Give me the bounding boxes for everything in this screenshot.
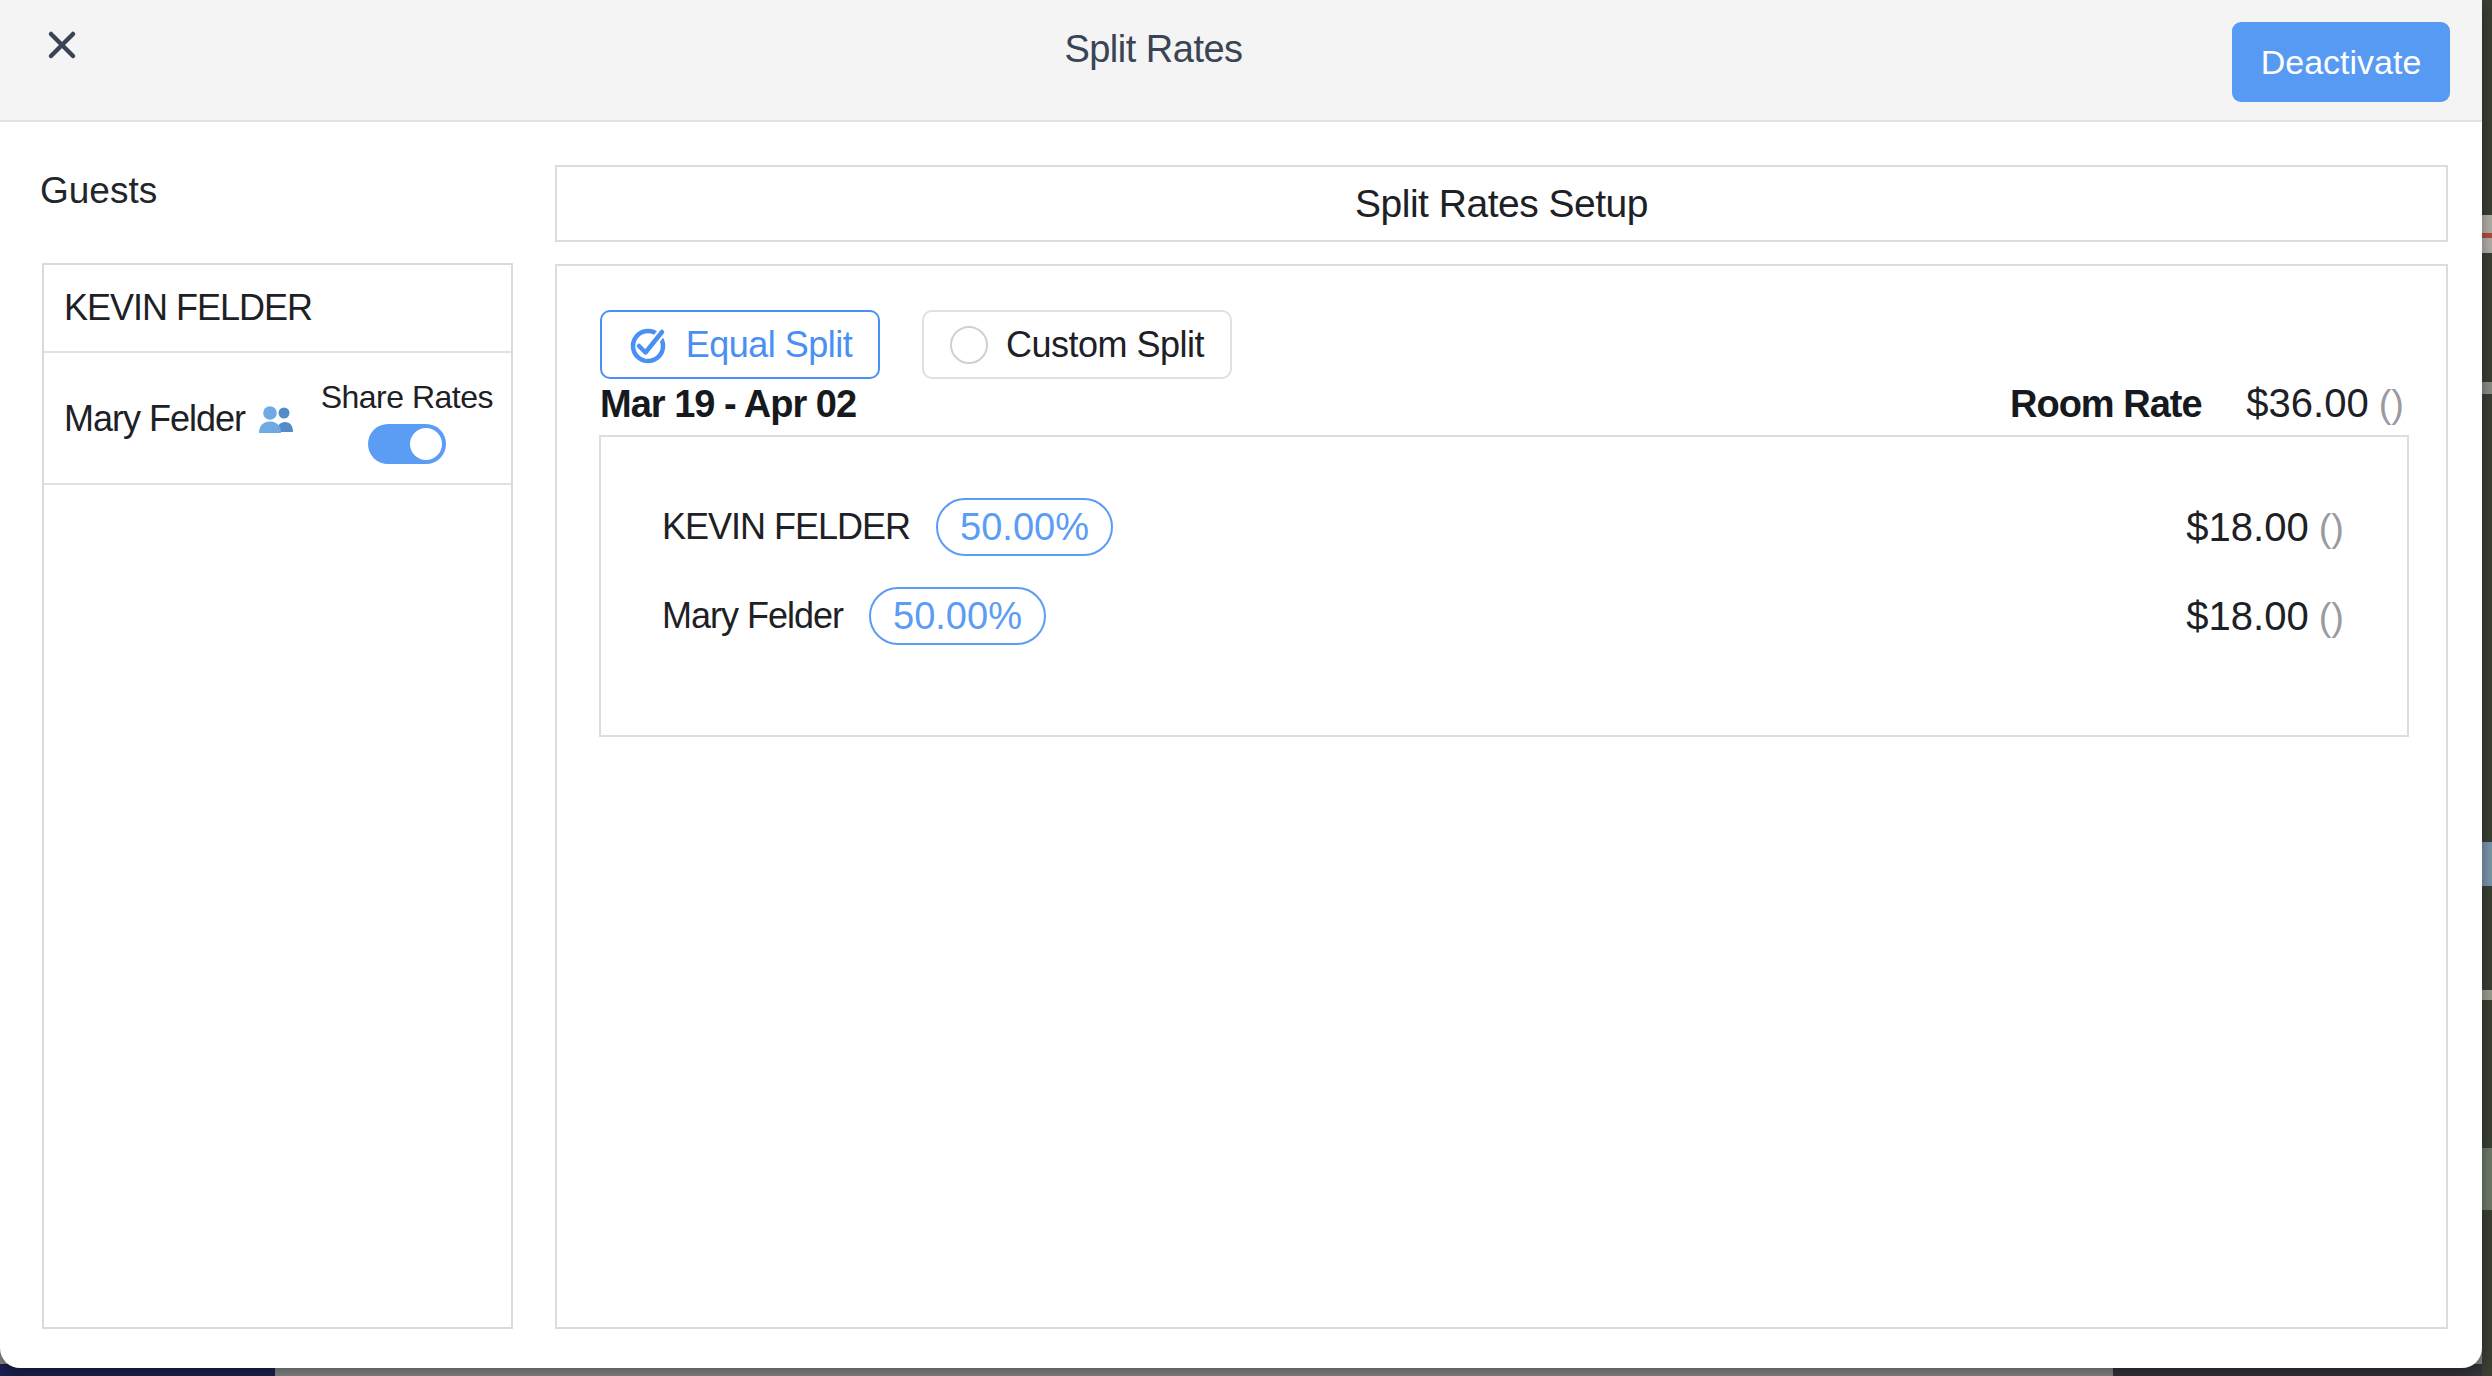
check-circle-icon — [628, 325, 668, 365]
guest-row-primary[interactable]: KEVIN FELDER — [44, 265, 511, 353]
split-row: Mary Felder 50.00% $18.00() — [662, 586, 2344, 646]
toggle-knob — [410, 428, 442, 460]
deactivate-button[interactable]: Deactivate — [2232, 22, 2450, 102]
split-guest-name: KEVIN FELDER — [662, 506, 910, 548]
guest-list: KEVIN FELDER Mary Felder Share Rates — [42, 263, 513, 1329]
radio-unchecked-icon — [950, 326, 988, 364]
split-amount: $18.00() — [2186, 594, 2344, 639]
guest-name: Mary Felder — [64, 353, 296, 485]
split-guest-name: Mary Felder — [662, 595, 843, 637]
modal-title: Split Rates — [75, 28, 2232, 71]
guests-heading: Guests — [40, 170, 157, 212]
date-range: Mar 19 - Apr 02 — [600, 383, 856, 426]
percent-pill[interactable]: 50.00% — [869, 587, 1046, 645]
guest-row-secondary[interactable]: Mary Felder Share Rates — [44, 353, 511, 485]
share-rates-label: Share Rates — [321, 379, 493, 416]
guest-split-box: KEVIN FELDER 50.00% $18.00() Mary Felder… — [599, 435, 2409, 737]
percent-pill[interactable]: 50.00% — [936, 498, 1113, 556]
split-setup-panel: Equal Split Custom Split Mar 19 - Apr 02… — [555, 264, 2448, 1329]
modal-header: Split Rates Deactivate — [0, 0, 2482, 122]
room-rate-label: Room Rate — [2010, 383, 2202, 426]
setup-header: Split Rates Setup — [555, 165, 2448, 242]
setup-title: Split Rates Setup — [1355, 182, 1648, 226]
share-rates-toggle[interactable] — [368, 424, 446, 464]
split-rates-modal: Split Rates Deactivate Guests KEVIN FELD… — [0, 0, 2482, 1368]
split-row: KEVIN FELDER 50.00% $18.00() — [662, 497, 2344, 557]
users-icon — [258, 403, 296, 436]
custom-split-button[interactable]: Custom Split — [922, 310, 1232, 379]
close-icon[interactable] — [46, 29, 78, 61]
equal-split-button[interactable]: Equal Split — [600, 310, 880, 379]
background-right-strip — [2482, 0, 2492, 1376]
room-rate-value: $36.00() — [2246, 381, 2404, 426]
split-amount: $18.00() — [2186, 505, 2344, 550]
share-rates-block: Share Rates — [321, 379, 493, 464]
